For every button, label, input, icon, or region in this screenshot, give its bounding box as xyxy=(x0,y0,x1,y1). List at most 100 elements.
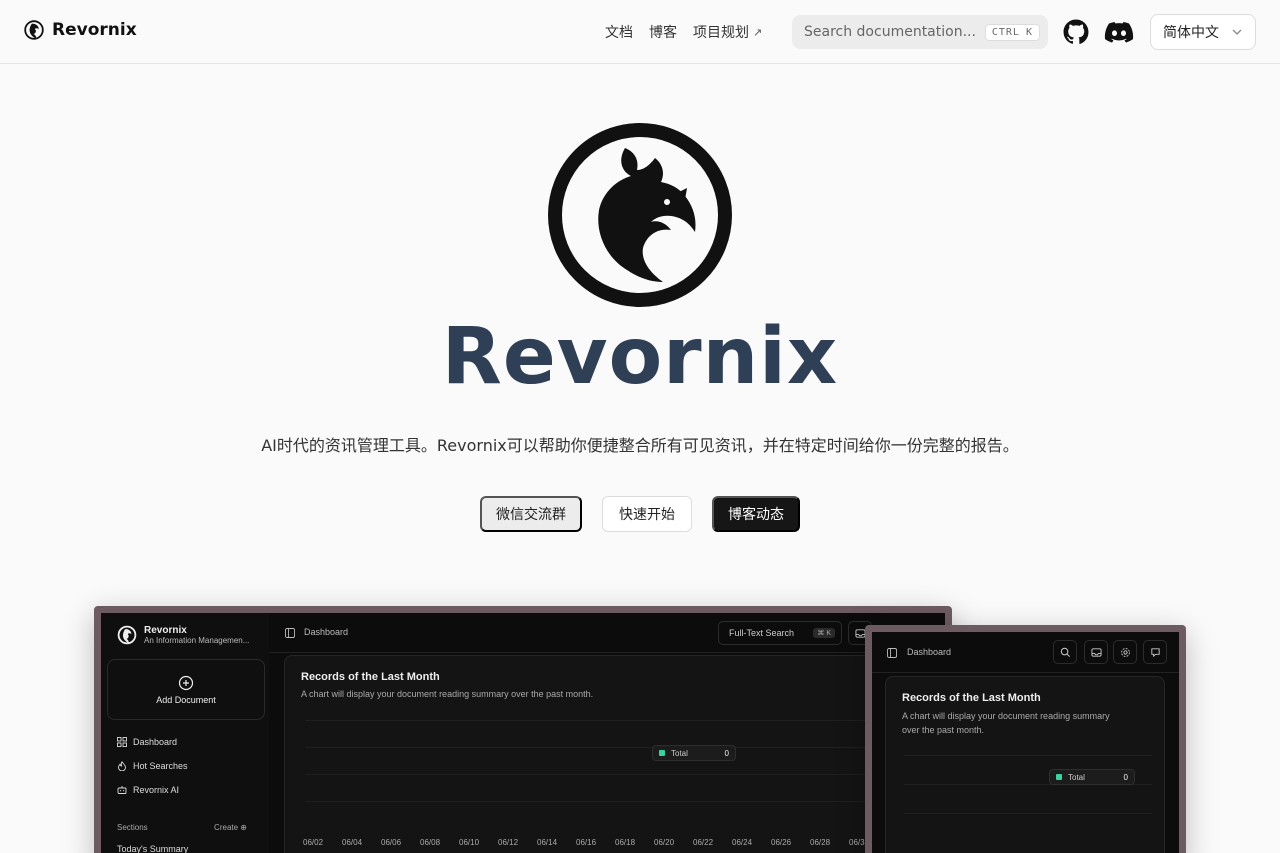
series-swatch xyxy=(659,750,665,756)
gridline xyxy=(305,720,875,721)
full-text-search-label: Full-Text Search xyxy=(729,628,795,638)
message-icon xyxy=(1150,647,1160,657)
add-document-label: Add Document xyxy=(156,694,216,705)
preview-sidebar: Revornix An Information Managemen... Add… xyxy=(101,613,269,853)
x-tick-label: 06/16 xyxy=(576,838,597,847)
phoenix-logo-icon xyxy=(24,20,44,40)
hero-title: Revornix xyxy=(441,312,839,402)
robot-icon xyxy=(117,786,127,794)
chart-tooltip: Total 0 xyxy=(1049,769,1135,785)
phoenix-logo-icon xyxy=(548,123,732,307)
gridline xyxy=(904,755,1152,756)
nav-links: 文档 博客 项目规划 ↗ xyxy=(605,22,762,42)
sections-label: Sections xyxy=(117,823,148,832)
sidebar-item-label: Dashboard xyxy=(133,737,178,747)
x-tick-label: 06/28 xyxy=(810,838,831,847)
gridline xyxy=(305,747,875,748)
quick-start-button[interactable]: 快速开始 xyxy=(602,496,692,532)
search-input[interactable]: Search documentation... CTRL K xyxy=(792,15,1048,49)
create-section-button: Create ⊕ xyxy=(214,823,247,832)
grid-icon xyxy=(117,737,127,747)
create-label: Create xyxy=(214,823,239,832)
brand-link[interactable]: Revornix xyxy=(24,20,137,40)
nav-link-roadmap[interactable]: 项目规划 ↗ xyxy=(693,22,762,42)
nav-link-docs[interactable]: 文档 xyxy=(605,22,633,42)
phoenix-logo-icon xyxy=(117,625,137,645)
flame-icon xyxy=(118,761,126,771)
inbox-icon xyxy=(854,628,866,638)
top-navbar: Revornix 文档 博客 项目规划 ↗ Search documentati… xyxy=(0,0,1280,64)
app-preview-narrow: Dashboard Records of the Last Month A ch… xyxy=(865,625,1186,853)
records-card: Records of the Last Month A chart will d… xyxy=(885,676,1165,853)
tooltip-value: 0 xyxy=(724,748,729,758)
discord-icon[interactable] xyxy=(1104,20,1134,44)
x-tick-label: 06/12 xyxy=(498,838,519,847)
preview-page-title: Dashboard xyxy=(907,647,952,657)
gridline xyxy=(305,774,875,775)
inbox-icon xyxy=(1090,647,1102,657)
card-title: Records of the Last Month xyxy=(301,671,440,683)
wechat-group-button[interactable]: 微信交流群 xyxy=(480,496,582,532)
tooltip-value: 0 xyxy=(1123,772,1128,782)
full-text-search-button: Full-Text Search ⌘ K xyxy=(718,621,842,645)
sidebar-toggle-icon xyxy=(887,648,897,658)
sections-header: Sections Create ⊕ xyxy=(117,823,247,832)
tooltip-label: Total xyxy=(1068,772,1085,782)
plus-circle-icon xyxy=(178,675,194,690)
language-value: 简体中文 xyxy=(1163,25,1219,41)
language-select[interactable]: 简体中文 xyxy=(1150,14,1256,50)
sidebar-item-revornix-ai: Revornix AI xyxy=(117,785,179,795)
x-tick-label: 06/02 xyxy=(303,838,324,847)
app-preview-desktop: Revornix An Information Managemen... Add… xyxy=(94,606,952,853)
preview-page-title: Dashboard xyxy=(304,627,349,637)
x-tick-label: 06/18 xyxy=(615,838,636,847)
search-shortcut-key: K xyxy=(1025,26,1033,38)
x-tick-label: 06/10 xyxy=(459,838,480,847)
search-shortcut-mod: CTRL xyxy=(991,26,1020,38)
brand-name: Revornix xyxy=(52,20,137,40)
preview-app-title: Revornix xyxy=(144,625,187,636)
records-card: Records of the Last Month A chart will d… xyxy=(284,655,884,853)
hero-subtitle: AI时代的资讯管理工具。Revornix可以帮助你便捷整合所有可见资讯，并在特定… xyxy=(261,436,1019,455)
x-tick-label: 06/22 xyxy=(693,838,714,847)
sidebar-item-label: Revornix AI xyxy=(133,785,180,795)
gridline xyxy=(305,801,875,802)
inbox-button xyxy=(1084,640,1108,664)
preview-main: Dashboard Full-Text Search ⌘ K Records o… xyxy=(269,613,945,853)
sidebar-item-label: Hot Searches xyxy=(133,761,188,771)
plus-circle-icon: ⊕ xyxy=(240,823,247,832)
x-tick-label: 06/14 xyxy=(537,838,558,847)
x-tick-label: 06/26 xyxy=(771,838,792,847)
chart-tooltip: Total 0 xyxy=(652,745,736,761)
x-tick-label: 06/04 xyxy=(342,838,363,847)
nav-link-roadmap-label: 项目规划 xyxy=(693,25,749,41)
search-shortcut: ⌘ K xyxy=(813,628,835,638)
gear-icon xyxy=(1120,647,1130,657)
github-icon[interactable] xyxy=(1063,19,1089,45)
settings-button xyxy=(1113,640,1137,664)
preview-header: Dashboard Full-Text Search ⌘ K xyxy=(269,613,945,653)
todays-summary-item: Today's Summary xyxy=(117,844,189,853)
sidebar-item-hot-searches: Hot Searches xyxy=(117,761,188,771)
header-divider xyxy=(872,672,1179,673)
x-tick-label: 06/20 xyxy=(654,838,675,847)
search-shortcut: CTRL K xyxy=(984,23,1040,41)
external-link-icon: ↗ xyxy=(753,25,763,39)
card-title: Records of the Last Month xyxy=(902,692,1041,704)
search-button xyxy=(1053,640,1077,664)
app-screen: Revornix An Information Managemen... Add… xyxy=(101,613,945,853)
blog-updates-button[interactable]: 博客动态 xyxy=(712,496,800,532)
sidebar-item-dashboard: Dashboard xyxy=(117,737,177,747)
gridline xyxy=(904,813,1152,814)
series-swatch xyxy=(1056,774,1062,780)
x-tick-label: 06/08 xyxy=(420,838,441,847)
x-tick-label: 06/24 xyxy=(732,838,753,847)
nav-link-blog[interactable]: 博客 xyxy=(649,22,677,42)
preview-brand: Revornix An Information Managemen... xyxy=(117,625,249,645)
chevron-down-icon xyxy=(1232,29,1242,35)
sidebar-toggle-icon xyxy=(285,628,295,638)
search-icon xyxy=(1060,647,1070,657)
tooltip-label: Total xyxy=(671,748,688,758)
card-description-line-1: A chart will display your document readi… xyxy=(902,711,1110,721)
x-axis-ticks: 06/02 06/04 06/06 06/08 06/10 06/12 06/14 06/16… xyxy=(303,838,888,847)
